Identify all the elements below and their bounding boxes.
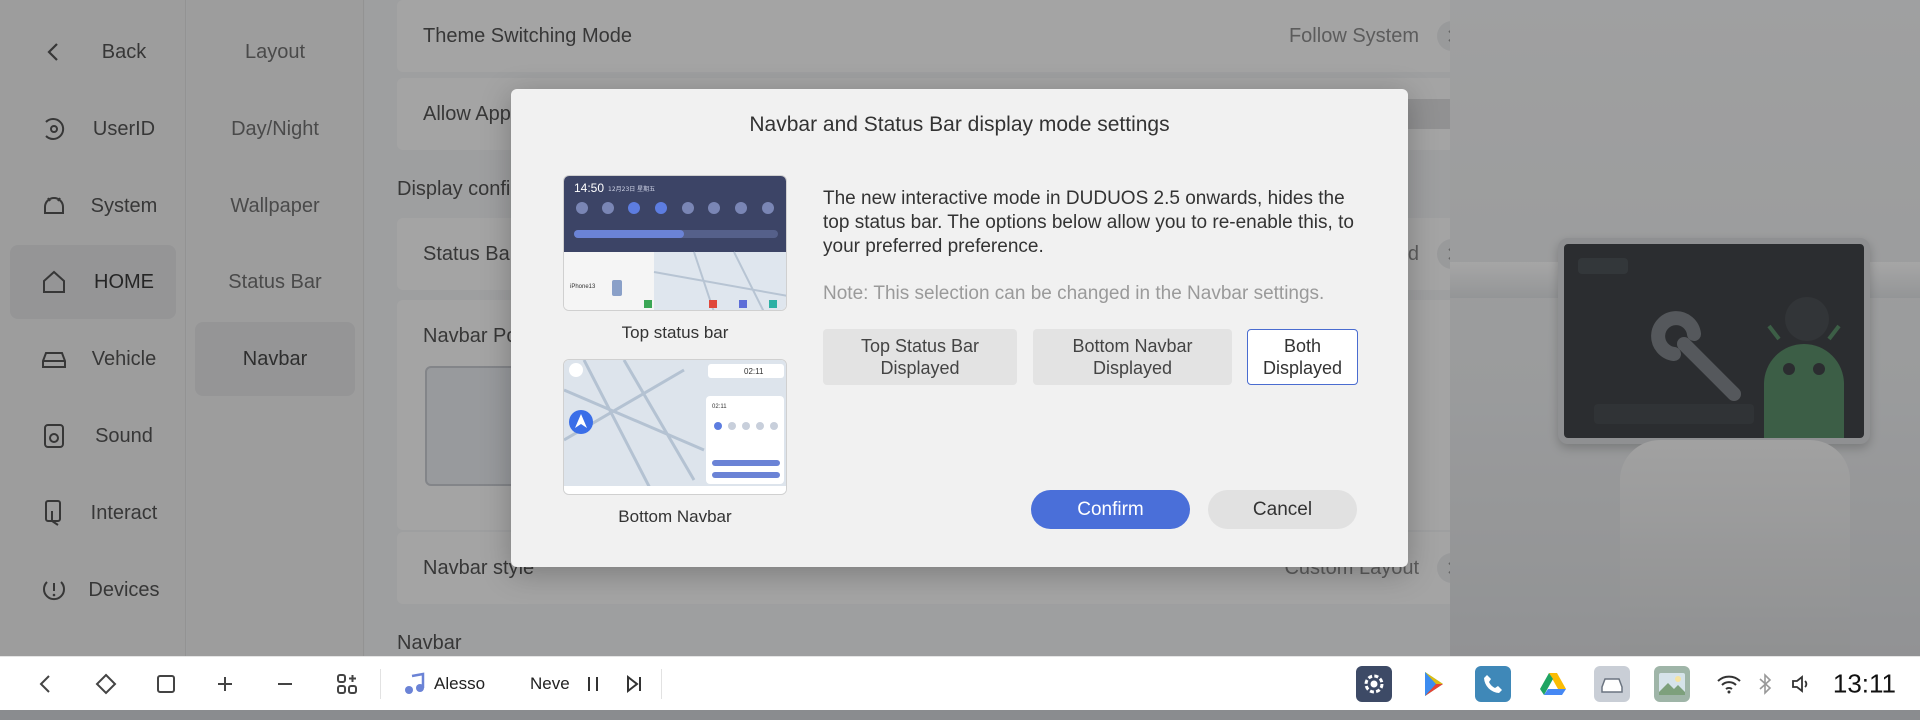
dialog-description: The new interactive mode in DUDUOS 2.5 o… — [823, 188, 1354, 257]
option-label-line1: Bottom Navbar — [1072, 336, 1193, 356]
option-label-line2: Displayed — [1262, 358, 1343, 378]
volume-up-icon[interactable] — [215, 674, 235, 694]
option-both-displayed[interactable]: Both Displayed — [1247, 329, 1358, 385]
wifi-icon[interactable] — [1716, 674, 1742, 694]
confirm-button[interactable]: Confirm — [1031, 490, 1190, 529]
top-status-bar-caption: Top status bar — [621, 323, 729, 342]
bluetooth-icon[interactable] — [1758, 672, 1772, 695]
app-grid-icon[interactable] — [335, 672, 359, 696]
option-label-line2: Displayed — [880, 358, 960, 378]
volume-icon[interactable] — [1790, 674, 1812, 694]
display-mode-dialog: Navbar and Status Bar display mode setti… — [511, 89, 1408, 567]
drive-icon[interactable] — [1535, 666, 1571, 702]
clock: 13:11 — [1832, 668, 1896, 698]
preview-phone: iPhone13 — [570, 284, 596, 290]
skip-next-icon[interactable] — [624, 674, 644, 694]
cancel-button[interactable]: Cancel — [1208, 490, 1357, 529]
top-status-bar-preview: 14:50 12月23日 星期五 iPhone13 — [563, 175, 787, 311]
preview-mini-time: 02:11 — [712, 404, 727, 410]
bottom-navbar-preview: 02:11 02:11 — [563, 359, 787, 495]
media-title[interactable]: Neve — [530, 674, 570, 694]
media-artist[interactable]: Alesso — [434, 674, 485, 694]
settings-icon[interactable] — [1356, 665, 1392, 702]
navbar-divider — [380, 669, 381, 699]
preview-date: 12月23日 星期五 — [608, 185, 655, 193]
recent-apps-icon[interactable] — [155, 673, 177, 695]
option-label-line2: Displayed — [1092, 358, 1173, 378]
phone-icon[interactable] — [1475, 665, 1511, 702]
volume-down-icon[interactable] — [275, 674, 295, 694]
car-app-icon[interactable] — [1594, 665, 1630, 702]
dialog-title: Navbar and Status Bar display mode setti… — [749, 113, 1170, 136]
bottom-navbar-caption: Bottom Navbar — [618, 507, 732, 526]
navbar-divider — [661, 669, 662, 699]
option-top-status-bar[interactable]: Top Status Bar Displayed — [823, 329, 1017, 385]
bottom-navbar: Alesso Neve 13:11 — [0, 656, 1920, 710]
dialog-note: Note: This selection can be changed in t… — [823, 283, 1325, 304]
diamond-home-icon[interactable] — [94, 672, 118, 696]
back-icon[interactable] — [36, 673, 56, 695]
option-label-line1: Top Status Bar — [860, 336, 980, 356]
preview-navbar-time: 02:11 — [744, 367, 764, 376]
pause-icon[interactable] — [584, 674, 602, 694]
play-store-icon[interactable] — [1416, 666, 1452, 702]
bottom-edge — [0, 710, 1920, 720]
option-bottom-navbar[interactable]: Bottom Navbar Displayed — [1033, 329, 1232, 385]
option-label-line1: Both — [1283, 336, 1321, 356]
music-note-icon[interactable] — [402, 671, 428, 697]
preview-time: 14:50 — [574, 181, 604, 195]
gallery-icon[interactable] — [1654, 665, 1690, 702]
